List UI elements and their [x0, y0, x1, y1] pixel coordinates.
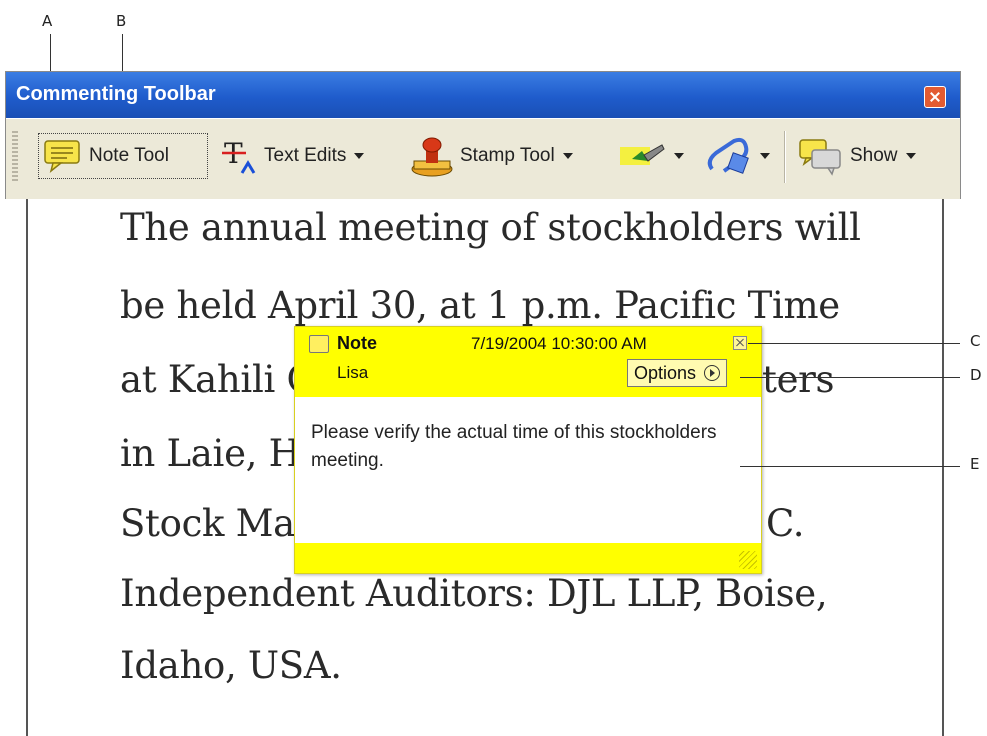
note-bubble-icon [43, 139, 83, 173]
chevron-down-icon[interactable] [674, 153, 684, 159]
doc-line-5: Stock Mar [120, 502, 313, 545]
text-edits-button[interactable]: T Text Edits [220, 133, 365, 179]
play-arrow-icon [704, 365, 721, 381]
text-edits-label: Text Edits [264, 145, 347, 166]
toolbar-titlebar[interactable]: Commenting Toolbar [6, 72, 960, 118]
chevron-down-icon[interactable] [760, 153, 770, 159]
note-tool-button[interactable]: Note Tool [38, 133, 208, 179]
close-icon[interactable] [733, 336, 747, 350]
toolbar-row: Note Tool T Text Edits Stamp Tool Show [6, 118, 960, 199]
chevron-down-icon[interactable] [562, 153, 573, 159]
callout-d-line [740, 377, 960, 378]
callout-b: B [116, 12, 127, 30]
callout-a: A [42, 12, 53, 30]
comments-icon [798, 136, 842, 176]
stamp-icon [410, 135, 454, 177]
resize-handle-icon[interactable] [739, 551, 757, 569]
commenting-toolbar-window: Commenting Toolbar Note Tool T Text Edit… [6, 72, 960, 199]
note-footer [295, 543, 761, 573]
note-popup[interactable]: Note Lisa 7/19/2004 10:30:00 AM Options … [294, 326, 762, 574]
highlighter-icon [618, 141, 666, 171]
doc-line-1: The annual meeting of stockholders will [120, 206, 861, 249]
note-icon [309, 335, 329, 353]
callout-e: E [970, 455, 980, 473]
doc-line-7: Idaho, USA. [120, 644, 342, 687]
note-text[interactable]: Please verify the actual time of this st… [311, 419, 731, 475]
stamp-tool-button[interactable]: Stamp Tool [410, 133, 573, 179]
note-header[interactable]: Note Lisa 7/19/2004 10:30:00 AM Options [295, 327, 761, 397]
chevron-down-icon[interactable] [354, 153, 365, 159]
callout-d: D [970, 366, 982, 384]
toolbar-grip[interactable] [12, 131, 18, 183]
callout-c: C [970, 332, 981, 350]
chevron-down-icon[interactable] [905, 153, 916, 159]
text-edit-icon: T [220, 137, 260, 175]
close-icon[interactable] [924, 86, 946, 108]
paperclip-icon [704, 135, 752, 177]
doc-line-6: Independent Auditors: DJL LLP, Boise, [120, 572, 828, 615]
toolbar-separator [784, 131, 786, 183]
attach-tool-button[interactable] [704, 133, 770, 179]
doc-line-4: in Laie, H [120, 432, 301, 475]
note-date: 7/19/2004 10:30:00 AM [471, 334, 647, 353]
callout-e-line [740, 466, 960, 467]
callout-c-line [748, 343, 960, 344]
note-tool-label: Note Tool [89, 145, 169, 166]
doc-line-3-end: ters [762, 358, 835, 401]
show-button[interactable]: Show [798, 133, 916, 179]
options-button[interactable]: Options [627, 359, 728, 387]
highlight-tool-button[interactable] [618, 133, 684, 179]
doc-line-5-end: C. [766, 502, 805, 545]
options-label: Options [634, 362, 697, 383]
note-title: Note [337, 333, 377, 353]
doc-line-2: be held April 30, at 1 p.m. Pacific Time [120, 284, 840, 327]
toolbar-title: Commenting Toolbar [16, 83, 216, 105]
show-label: Show [850, 145, 898, 166]
stamp-tool-label: Stamp Tool [460, 145, 555, 166]
note-author: Lisa [337, 363, 369, 382]
